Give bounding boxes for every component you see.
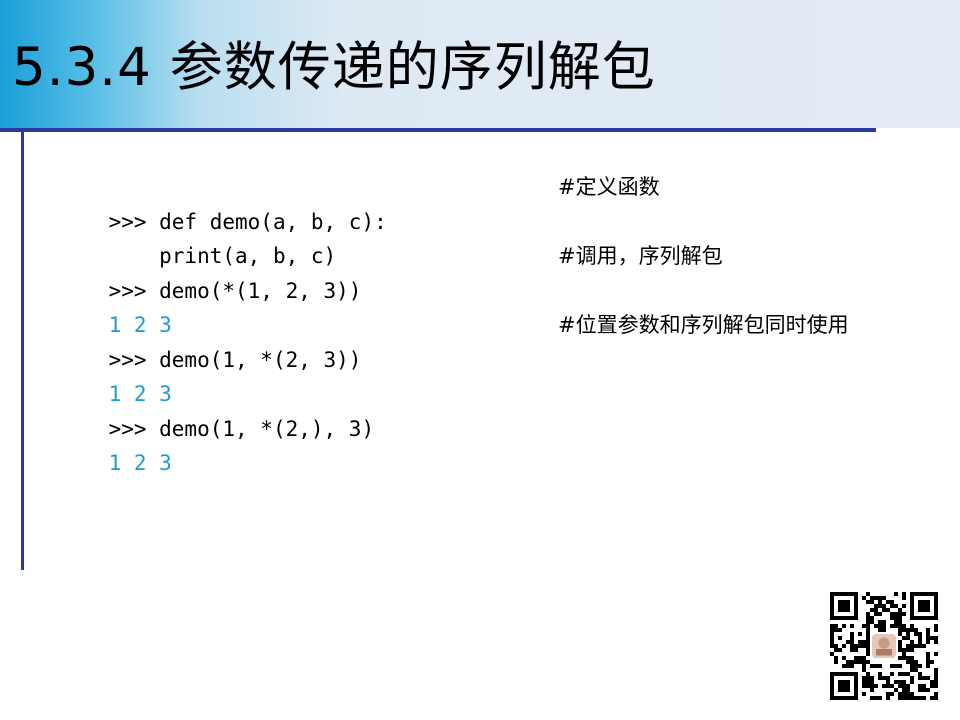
code-line: print(a, b, c) bbox=[58, 205, 918, 268]
slide-title: 5.3.4 参数传递的序列解包 bbox=[12, 37, 656, 98]
code-output-text: 1 2 3 bbox=[108, 451, 172, 475]
code-output-line: 1 2 3 bbox=[58, 412, 918, 475]
code-comment: #定义函数 bbox=[558, 175, 660, 199]
qr-code-icon bbox=[830, 592, 938, 700]
code-line: >>> demo(*(1, 2, 3)) #调用，序列解包 bbox=[58, 239, 918, 303]
code-comment: #位置参数和序列解包同时使用 bbox=[558, 313, 849, 337]
code-line: >>> def demo(a, b, c): #定义函数 bbox=[58, 170, 918, 234]
title-underline bbox=[0, 128, 876, 132]
title-banner: 5.3.4 参数传递的序列解包 bbox=[0, 0, 960, 128]
left-accent-rule bbox=[21, 128, 24, 570]
code-line: >>> demo(1, *(2, 3)) #位置参数和序列解包同时使用 bbox=[58, 308, 918, 372]
code-comment: #调用，序列解包 bbox=[558, 244, 723, 268]
code-output-line: 1 2 3 bbox=[58, 274, 918, 337]
code-line: >>> demo(1, *(2,), 3) bbox=[58, 377, 918, 441]
code-output-line: 1 2 3 bbox=[58, 343, 918, 406]
code-block: >>> def demo(a, b, c): #定义函数 print(a, b,… bbox=[58, 170, 918, 475]
